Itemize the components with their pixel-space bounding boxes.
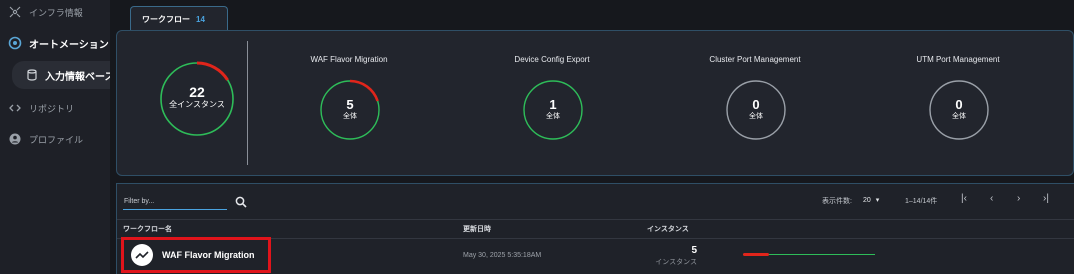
- page-size-value: 20: [863, 197, 871, 204]
- card-value-utm-port: 0: [955, 97, 963, 112]
- row-instance-count: 5: [691, 245, 697, 256]
- workflow-name-link[interactable]: WAF Flavor Migration: [162, 250, 255, 260]
- summary-divider: [247, 41, 248, 165]
- card-label-utm-port: 全体: [952, 113, 966, 120]
- table-row-workflow-name[interactable]: WAF Flavor Migration: [121, 237, 271, 273]
- app-root: インフラ情報 オートメーション 入力情報ベース リポジトリ プロファイル ワーク…: [0, 0, 1074, 274]
- total-instances-value: 22: [189, 84, 205, 100]
- card-label-cluster-port: 全体: [749, 113, 763, 120]
- search-icon[interactable]: [235, 195, 247, 208]
- tab-label: ワークフロー: [142, 14, 190, 24]
- column-header-instances[interactable]: インスタンス: [647, 224, 689, 234]
- filter-input[interactable]: Filter by...: [123, 193, 227, 210]
- code-icon: [8, 101, 22, 115]
- header-divider: [117, 219, 1074, 220]
- sidebar-item-label: インフラ情報: [29, 7, 83, 18]
- automation-icon: [8, 36, 22, 50]
- prev-page-icon[interactable]: ‹: [990, 193, 993, 204]
- workflow-table-panel: Filter by... 表示件数: 20 ▾ 1–14/14件 |‹ ‹ › …: [116, 183, 1074, 274]
- card-title-device-config: Device Config Export: [514, 55, 590, 64]
- sidebar-item-label: 入力情報ベース: [45, 71, 110, 83]
- sidebar-item-label: リポジトリ: [29, 103, 75, 114]
- page-range: 1–14/14件: [905, 198, 938, 205]
- row-instance-label: インスタンス: [655, 259, 697, 266]
- tab-workflows[interactable]: ワークフロー 14: [130, 6, 228, 31]
- sidebar: インフラ情報 オートメーション 入力情報ベース リポジトリ プロファイル: [0, 0, 110, 274]
- sidebar-item-infra[interactable]: インフラ情報: [0, 4, 110, 20]
- instance-status-bar-failed: [743, 253, 769, 256]
- card-title-cluster-port: Cluster Port Management: [709, 55, 801, 64]
- page-size-select[interactable]: 20 ▾: [863, 196, 879, 204]
- card-value-device-config: 1: [549, 97, 557, 112]
- sidebar-item-input-base[interactable]: 入力情報ベース: [12, 61, 110, 89]
- next-page-icon[interactable]: ›: [1017, 193, 1020, 204]
- card-title-utm-port: UTM Port Management: [916, 55, 1000, 64]
- card-value-waf: 5: [346, 97, 354, 112]
- summary-panel: 22 全インスタンス WAF Flavor Migration 5 全体 Dev…: [116, 30, 1074, 176]
- column-header-updated[interactable]: 更新日時: [463, 224, 491, 234]
- chevron-down-icon: ▾: [875, 197, 880, 204]
- row-updated-date: May 30, 2025 5:35:18AM: [463, 252, 542, 259]
- sidebar-item-automation[interactable]: オートメーション: [0, 32, 110, 54]
- first-page-icon[interactable]: |‹: [961, 193, 967, 204]
- column-header-name[interactable]: ワークフロー名: [123, 224, 172, 234]
- sidebar-item-label: プロファイル: [29, 134, 84, 145]
- sidebar-item-repository[interactable]: リポジトリ: [0, 100, 110, 116]
- page-size-label: 表示件数:: [822, 198, 852, 205]
- total-instances-label: 全インスタンス: [169, 100, 225, 109]
- sidebar-item-profile[interactable]: プロファイル: [0, 131, 110, 147]
- card-label-waf: 全体: [343, 113, 357, 120]
- trend-icon: [131, 244, 153, 266]
- network-icon: [8, 5, 22, 19]
- sidebar-item-label: オートメーション: [29, 39, 109, 51]
- database-icon: [26, 68, 38, 82]
- main-content: ワークフロー 14 22 全インスタンス WAF Flavor Migratio…: [110, 0, 1074, 274]
- tab-count-badge: 14: [196, 14, 205, 24]
- user-icon: [8, 132, 22, 146]
- last-page-icon[interactable]: ›|: [1043, 193, 1049, 204]
- card-value-cluster-port: 0: [752, 97, 760, 112]
- card-title-waf: WAF Flavor Migration: [310, 55, 388, 64]
- card-label-device-config: 全体: [546, 113, 560, 120]
